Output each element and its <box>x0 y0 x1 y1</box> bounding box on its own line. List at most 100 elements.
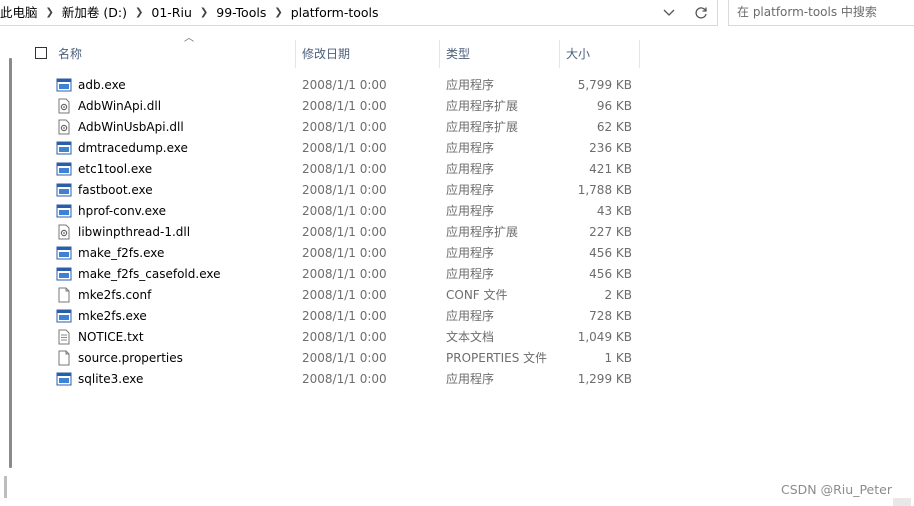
file-type: 应用程序 <box>446 309 495 323</box>
breadcrumb-this-pc[interactable]: 此电脑 <box>0 1 44 25</box>
file-list: adb.exe 2008/1/1 0:00 应用程序 5,799 KB AdbWinAp… <box>52 74 632 389</box>
resize-corner <box>893 498 911 506</box>
refresh-button[interactable] <box>685 1 717 25</box>
column-date-header[interactable]: 修改日期 <box>296 40 440 68</box>
file-date: 2008/1/1 0:00 <box>302 224 387 239</box>
breadcrumb-platform-tools[interactable]: platform-tools <box>285 1 385 25</box>
file-name-cell[interactable]: sqlite3.exe <box>52 371 296 387</box>
file-name-cell[interactable]: dmtracedump.exe <box>52 140 296 156</box>
file-row[interactable]: adb.exe 2008/1/1 0:00 应用程序 5,799 KB <box>52 74 632 95</box>
file-name-cell[interactable]: NOTICE.txt <box>52 329 296 345</box>
file-row[interactable]: mke2fs.conf 2008/1/1 0:00 CONF 文件 2 KB <box>52 284 632 305</box>
file-type: 应用程序扩展 <box>446 120 519 134</box>
file-name-cell[interactable]: make_f2fs_casefold.exe <box>52 266 296 282</box>
column-name-header[interactable]: ︿ 名称 <box>52 33 296 68</box>
file-name-cell[interactable]: source.properties <box>52 350 296 366</box>
file-row[interactable]: fastboot.exe 2008/1/1 0:00 应用程序 1,788 KB <box>52 179 632 200</box>
file-row[interactable]: source.properties 2008/1/1 0:00 PROPERTIES… <box>52 347 632 368</box>
exe-icon <box>56 266 72 282</box>
exe-icon <box>56 245 72 261</box>
exe-icon <box>56 161 72 177</box>
file-name-cell[interactable]: mke2fs.conf <box>52 287 296 303</box>
select-all-checkbox[interactable] <box>35 47 47 59</box>
file-type: 应用程序 <box>446 372 495 386</box>
dll-icon <box>56 98 72 114</box>
file-icon <box>56 287 72 303</box>
search-placeholder: 在 platform-tools 中搜索 <box>737 5 877 19</box>
file-row[interactable]: hprof-conv.exe 2008/1/1 0:00 应用程序 43 KB <box>52 200 632 221</box>
file-row[interactable]: libwinpthread-1.dll 2008/1/1 0:00 应用程序扩展 22… <box>52 221 632 242</box>
file-name-cell[interactable]: AdbWinApi.dll <box>52 98 296 114</box>
chevron-right-icon[interactable]: ❯ <box>44 7 56 18</box>
file-type: 应用程序扩展 <box>446 99 519 113</box>
file-size: 1,788 KB <box>577 182 632 197</box>
file-name: NOTICE.txt <box>78 329 144 344</box>
file-name-cell[interactable]: etc1tool.exe <box>52 161 296 177</box>
file-name-cell[interactable]: mke2fs.exe <box>52 308 296 324</box>
file-date: 2008/1/1 0:00 <box>302 77 387 92</box>
file-row[interactable]: NOTICE.txt 2008/1/1 0:00 文本文档 1,049 KB <box>52 326 632 347</box>
file-icon <box>56 350 72 366</box>
file-date: 2008/1/1 0:00 <box>302 371 387 386</box>
file-name: dmtracedump.exe <box>78 140 188 155</box>
breadcrumb-drive-d[interactable]: 新加卷 (D:) <box>56 1 133 25</box>
file-name-cell[interactable]: make_f2fs.exe <box>52 245 296 261</box>
chevron-right-icon[interactable]: ❯ <box>198 7 210 18</box>
file-type: 应用程序 <box>446 141 495 155</box>
file-row[interactable]: sqlite3.exe 2008/1/1 0:00 应用程序 1,299 KB <box>52 368 632 389</box>
file-row[interactable]: etc1tool.exe 2008/1/1 0:00 应用程序 421 KB <box>52 158 632 179</box>
file-name: AdbWinApi.dll <box>78 98 162 113</box>
exe-icon <box>56 308 72 324</box>
file-date: 2008/1/1 0:00 <box>302 350 387 365</box>
file-size: 96 KB <box>596 98 632 113</box>
file-date: 2008/1/1 0:00 <box>302 287 387 302</box>
file-row[interactable]: dmtracedump.exe 2008/1/1 0:00 应用程序 236 KB <box>52 137 632 158</box>
chevron-right-icon[interactable]: ❯ <box>133 7 145 18</box>
chevron-down-icon <box>663 9 675 16</box>
file-type: 应用程序 <box>446 162 495 176</box>
file-size: 1 KB <box>604 350 632 365</box>
file-type: 应用程序 <box>446 267 495 281</box>
file-date: 2008/1/1 0:00 <box>302 203 387 218</box>
file-name-cell[interactable]: libwinpthread-1.dll <box>52 224 296 240</box>
search-input[interactable]: 在 platform-tools 中搜索 <box>728 0 914 26</box>
scrollbar[interactable] <box>9 58 12 468</box>
address-bar[interactable]: 此电脑 ❯ 新加卷 (D:) ❯ 01-Riu ❯ 99-Tools ❯ pla… <box>0 0 718 26</box>
file-type: 应用程序 <box>446 246 495 260</box>
file-row[interactable]: AdbWinUsbApi.dll 2008/1/1 0:00 应用程序扩展 62 KB <box>52 116 632 137</box>
file-name: AdbWinUsbApi.dll <box>78 119 184 134</box>
breadcrumb-99-tools[interactable]: 99-Tools <box>210 1 272 25</box>
file-type: 应用程序 <box>446 204 495 218</box>
file-size: 1,299 KB <box>577 371 632 386</box>
chevron-right-icon[interactable]: ❯ <box>272 7 284 18</box>
file-date: 2008/1/1 0:00 <box>302 308 387 323</box>
column-date-label: 修改日期 <box>302 47 351 61</box>
file-name: make_f2fs_casefold.exe <box>78 266 221 281</box>
file-row[interactable]: AdbWinApi.dll 2008/1/1 0:00 应用程序扩展 96 KB <box>52 95 632 116</box>
file-size: 456 KB <box>589 245 632 260</box>
file-name: mke2fs.conf <box>78 287 152 302</box>
dll-icon <box>56 119 72 135</box>
breadcrumb-01-riu[interactable]: 01-Riu <box>145 1 198 25</box>
exe-icon <box>56 77 72 93</box>
file-date: 2008/1/1 0:00 <box>302 182 387 197</box>
file-type: 应用程序 <box>446 78 495 92</box>
file-name: source.properties <box>78 350 183 365</box>
file-name-cell[interactable]: hprof-conv.exe <box>52 203 296 219</box>
file-row[interactable]: make_f2fs_casefold.exe 2008/1/1 0:00 应用程序 4… <box>52 263 632 284</box>
file-date: 2008/1/1 0:00 <box>302 245 387 260</box>
column-size-header[interactable]: 大小 <box>560 40 640 68</box>
history-dropdown-button[interactable] <box>653 1 685 25</box>
exe-icon <box>56 203 72 219</box>
select-all-checkbox-cell[interactable] <box>28 40 52 68</box>
file-name-cell[interactable]: adb.exe <box>52 77 296 93</box>
file-row[interactable]: mke2fs.exe 2008/1/1 0:00 应用程序 728 KB <box>52 305 632 326</box>
file-name-cell[interactable]: fastboot.exe <box>52 182 296 198</box>
scrollbar-thumb[interactable] <box>4 476 7 498</box>
file-name-cell[interactable]: AdbWinUsbApi.dll <box>52 119 296 135</box>
text-file-icon <box>56 329 72 345</box>
column-type-header[interactable]: 类型 <box>440 40 560 68</box>
file-size: 236 KB <box>589 140 632 155</box>
file-row[interactable]: make_f2fs.exe 2008/1/1 0:00 应用程序 456 KB <box>52 242 632 263</box>
file-type: 文本文档 <box>446 330 495 344</box>
